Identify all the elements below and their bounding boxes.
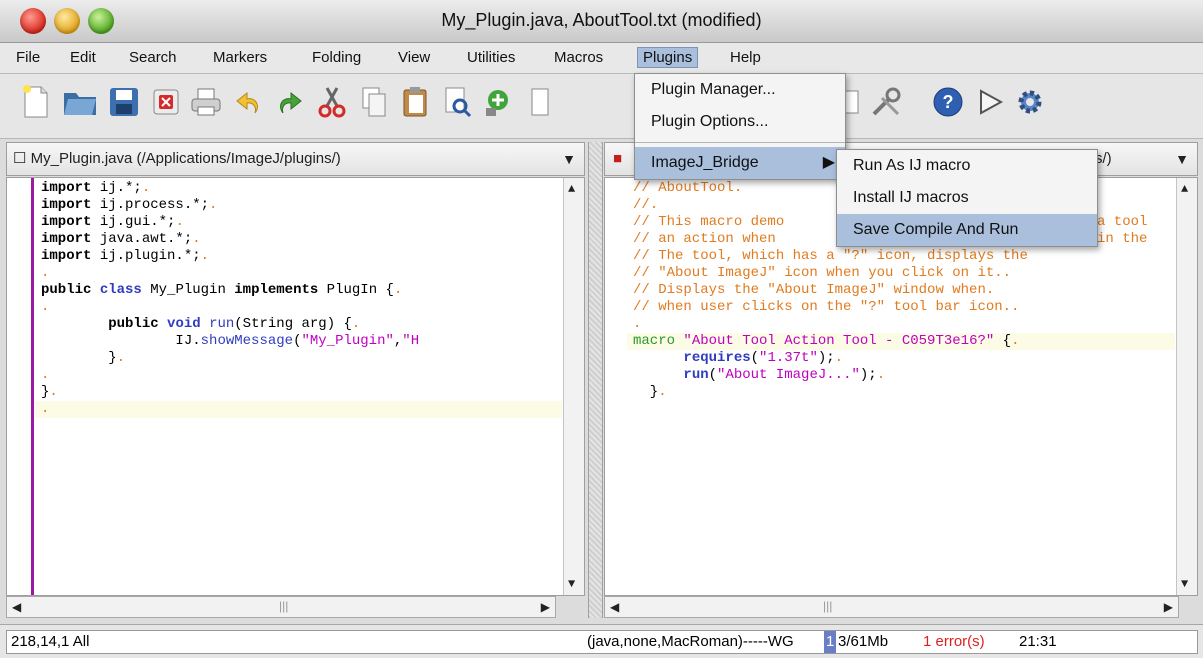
menu-item-plugin-options[interactable]: Plugin Options...: [635, 106, 845, 138]
print-icon[interactable]: [188, 84, 224, 120]
menu-item-save-compile-run[interactable]: Save Compile And Run: [837, 214, 1097, 246]
menu-search[interactable]: Search: [123, 47, 183, 68]
menu-view[interactable]: View: [392, 47, 436, 68]
undo-icon[interactable]: [230, 84, 266, 120]
close-file-icon[interactable]: [148, 84, 184, 120]
split-divider[interactable]: [588, 142, 603, 618]
menu-markers[interactable]: Markers: [207, 47, 273, 68]
settings-gear-icon[interactable]: [1012, 84, 1048, 120]
title-bar: My_Plugin.java, AboutTool.txt (modified): [0, 0, 1203, 43]
left-horizontal-scrollbar[interactable]: ◀ ||| ▶: [6, 596, 556, 618]
scroll-up-icon[interactable]: ▲: [1181, 182, 1188, 196]
svg-text:?: ?: [943, 92, 954, 112]
left-vertical-scrollbar[interactable]: ▲ ▼: [563, 178, 584, 595]
left-panel-header[interactable]: ☐ My_Plugin.java (/Applications/ImageJ/p…: [6, 142, 585, 176]
clock: 21:31: [1019, 633, 1057, 650]
open-folder-icon[interactable]: [62, 84, 98, 120]
scroll-down-icon[interactable]: ▼: [1181, 577, 1188, 591]
file-checkbox-icon[interactable]: ☐: [13, 150, 26, 167]
copy-icon[interactable]: [356, 84, 392, 120]
status-bar: 218,14,1 All (java,none,MacRoman)-----WG…: [0, 624, 1203, 658]
left-code: import ij.*;. import ij.process.*;. impo…: [35, 180, 562, 418]
tools-icon[interactable]: [868, 84, 904, 120]
menu-file[interactable]: File: [10, 47, 46, 68]
right-vertical-scrollbar[interactable]: ▲ ▼: [1176, 178, 1197, 595]
scroll-right-icon[interactable]: ▶: [1164, 600, 1173, 614]
file-modified-icon[interactable]: ■: [613, 143, 622, 175]
caret-position: 218,14,1 All: [11, 633, 90, 650]
scroll-left-icon[interactable]: ◀: [610, 600, 619, 614]
find-icon[interactable]: [440, 84, 476, 120]
menu-item-install-ij-macros[interactable]: Install IJ macros: [837, 182, 1097, 214]
menu-macros[interactable]: Macros: [548, 47, 609, 68]
scroll-thumb-grip[interactable]: |||: [279, 599, 288, 613]
menu-folding[interactable]: Folding: [306, 47, 367, 68]
menu-item-run-as-ij-macro[interactable]: Run As IJ macro: [837, 150, 1097, 182]
imagej-bridge-submenu: Run As IJ macro Install IJ macros Save C…: [836, 149, 1098, 247]
document-icon[interactable]: [522, 84, 558, 120]
menu-item-imagej-bridge[interactable]: ImageJ_Bridge ▶: [635, 147, 845, 179]
menu-help[interactable]: Help: [724, 47, 767, 68]
help-icon[interactable]: ?: [930, 84, 966, 120]
left-editor[interactable]: import ij.*;. import ij.process.*;. impo…: [6, 177, 585, 596]
cut-icon[interactable]: [314, 84, 350, 120]
window-title: My_Plugin.java, AboutTool.txt (modified): [441, 10, 762, 30]
menu-separator: [635, 142, 845, 143]
find-replace-icon[interactable]: [482, 84, 518, 120]
error-count[interactable]: 1 error(s): [923, 631, 985, 653]
submenu-arrow-icon: ▶: [822, 154, 835, 171]
run-icon[interactable]: [972, 84, 1008, 120]
menu-bar: File Edit Search Markers Folding View Ut…: [0, 43, 1203, 74]
status-field: 218,14,1 All (java,none,MacRoman)-----WG…: [6, 630, 1198, 654]
plugins-menu: Plugin Manager... Plugin Options... Imag…: [634, 73, 846, 180]
chevron-down-icon[interactable]: ▼: [1175, 143, 1189, 175]
gutter-marker: [31, 178, 34, 595]
memory-bar[interactable]: 1: [824, 631, 837, 653]
menu-utilities[interactable]: Utilities: [461, 47, 521, 68]
left-panel-title: My_Plugin.java (/Applications/ImageJ/plu…: [30, 150, 341, 167]
right-horizontal-scrollbar[interactable]: ◀ ||| ▶: [604, 596, 1179, 618]
save-icon[interactable]: [106, 84, 142, 120]
toolbar: ?: [0, 74, 1203, 139]
paste-icon[interactable]: [398, 84, 434, 120]
scroll-right-icon[interactable]: ▶: [541, 600, 550, 614]
scroll-left-icon[interactable]: ◀: [12, 600, 21, 614]
memory-status[interactable]: 3/61Mb: [838, 631, 888, 653]
new-file-icon[interactable]: [18, 84, 54, 120]
scroll-up-icon[interactable]: ▲: [568, 182, 575, 196]
redo-icon[interactable]: [272, 84, 308, 120]
chevron-down-icon[interactable]: ▼: [562, 143, 576, 175]
scroll-thumb-grip[interactable]: |||: [823, 599, 832, 613]
scroll-down-icon[interactable]: ▼: [568, 577, 575, 591]
menu-edit[interactable]: Edit: [64, 47, 102, 68]
menu-plugins[interactable]: Plugins: [637, 47, 699, 68]
menu-item-plugin-manager[interactable]: Plugin Manager...: [635, 74, 845, 106]
buffer-mode: (java,none,MacRoman)-----WG: [587, 633, 794, 650]
